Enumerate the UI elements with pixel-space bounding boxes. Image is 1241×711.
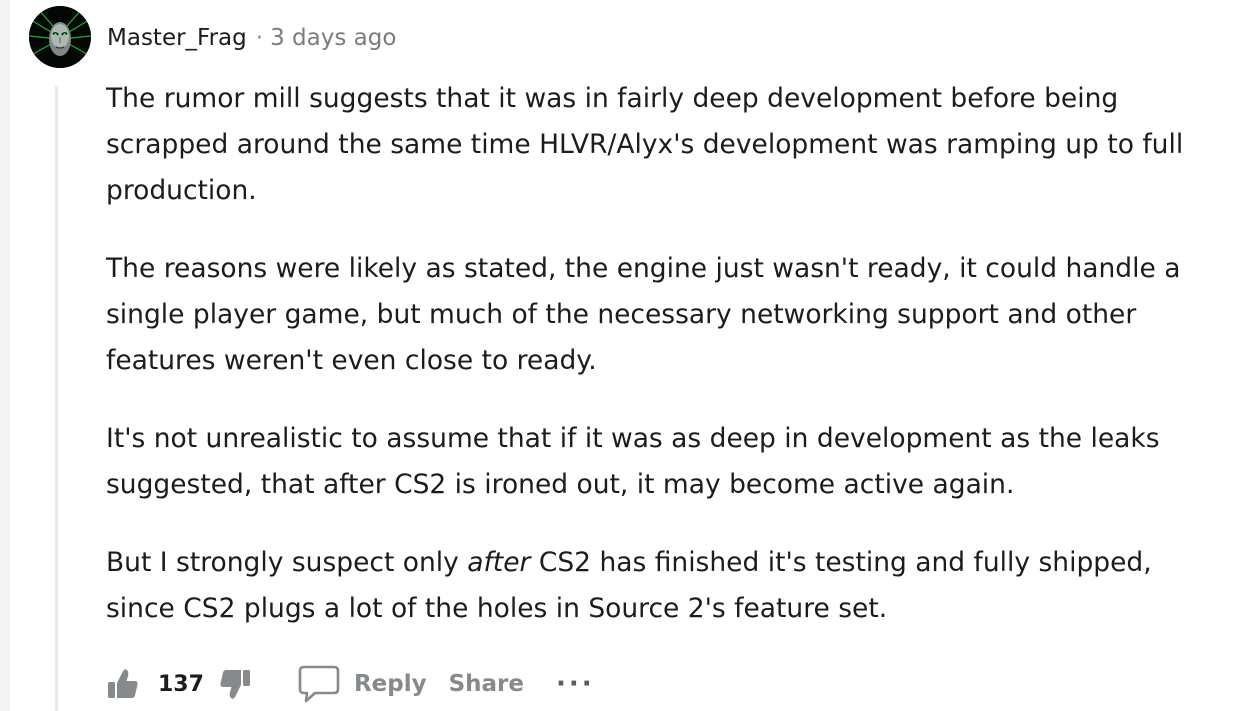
comment-body: The rumor mill suggests that it was in f… <box>106 76 1206 664</box>
more-options-icon: ··· <box>556 669 595 699</box>
speech-bubble-icon <box>298 664 340 704</box>
share-label: Share <box>448 671 524 697</box>
paragraph-text-before: But I strongly suspect only <box>106 547 468 578</box>
vote-score: 137 <box>158 671 204 697</box>
username-link[interactable]: Master_Frag <box>107 24 247 52</box>
share-button[interactable]: Share <box>449 671 524 697</box>
left-rail <box>0 0 10 711</box>
thumbs-down-icon <box>218 666 254 702</box>
comment-header: Master_Frag · 3 days ago <box>107 24 396 52</box>
upvote-button[interactable] <box>100 662 144 706</box>
reply-button[interactable]: Reply <box>298 664 427 704</box>
comment-paragraph-4: But I strongly suspect only after CS2 ha… <box>106 540 1206 632</box>
downvote-button[interactable] <box>214 662 258 706</box>
comment-action-bar: 137 Reply Share ··· <box>100 658 595 710</box>
thumbs-up-icon <box>104 666 140 702</box>
meta-separator: · <box>255 25 264 51</box>
timestamp[interactable]: 3 days ago <box>270 24 396 52</box>
reply-label: Reply <box>353 671 427 697</box>
comment-paragraph-2: The reasons were likely as stated, the e… <box>106 253 1181 376</box>
more-options-button[interactable]: ··· <box>556 669 595 699</box>
comment-paragraph-1: The rumor mill suggests that it was in f… <box>106 83 1184 206</box>
emphasis-text: after <box>467 547 531 578</box>
avatar[interactable] <box>29 6 91 68</box>
comment-paragraph-3: It's not unrealistic to assume that if i… <box>106 423 1160 500</box>
thread-collapse-line[interactable] <box>55 86 58 711</box>
